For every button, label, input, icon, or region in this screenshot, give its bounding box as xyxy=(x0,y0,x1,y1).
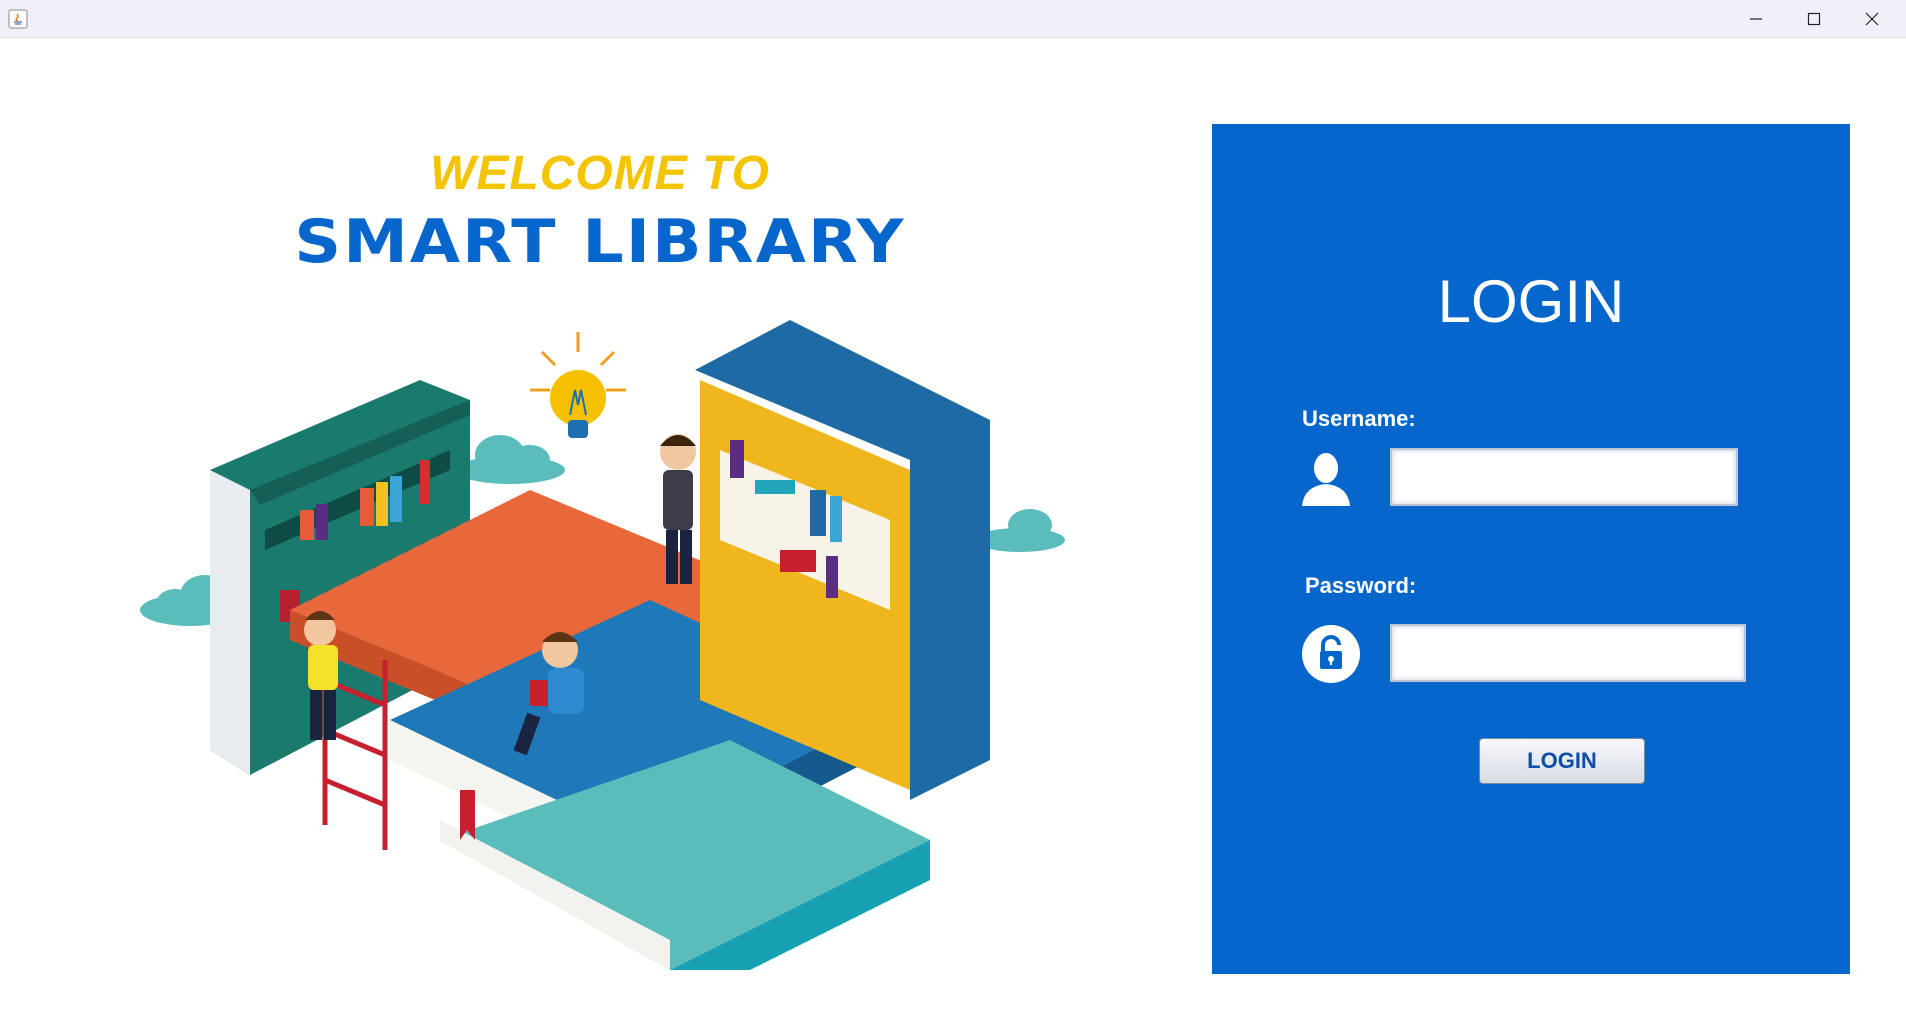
cloud-center xyxy=(455,435,565,484)
app-brand-title: SMART LIBRARY xyxy=(294,207,906,277)
maximize-icon xyxy=(1807,12,1821,26)
login-panel: LOGIN Username: Password: LOGIN xyxy=(1212,124,1850,974)
login-title: LOGIN xyxy=(1437,268,1625,335)
window-title-bar xyxy=(0,0,1906,38)
login-button[interactable]: LOGIN xyxy=(1479,738,1645,784)
lightbulb-icon xyxy=(530,332,626,438)
password-label: Password: xyxy=(1305,573,1417,598)
username-input[interactable] xyxy=(1390,448,1738,506)
close-icon xyxy=(1865,12,1879,26)
lock-icon xyxy=(1302,625,1360,683)
minimize-button[interactable] xyxy=(1727,0,1785,37)
password-input[interactable] xyxy=(1390,624,1746,682)
library-illustration xyxy=(140,320,1065,970)
user-icon xyxy=(1302,453,1350,506)
maximize-button[interactable] xyxy=(1785,0,1843,37)
welcome-heading: WELCOME TO xyxy=(430,147,770,200)
close-button[interactable] xyxy=(1843,0,1901,37)
java-app-icon xyxy=(8,9,28,29)
username-label: Username: xyxy=(1302,406,1416,431)
minimize-icon xyxy=(1750,18,1762,20)
